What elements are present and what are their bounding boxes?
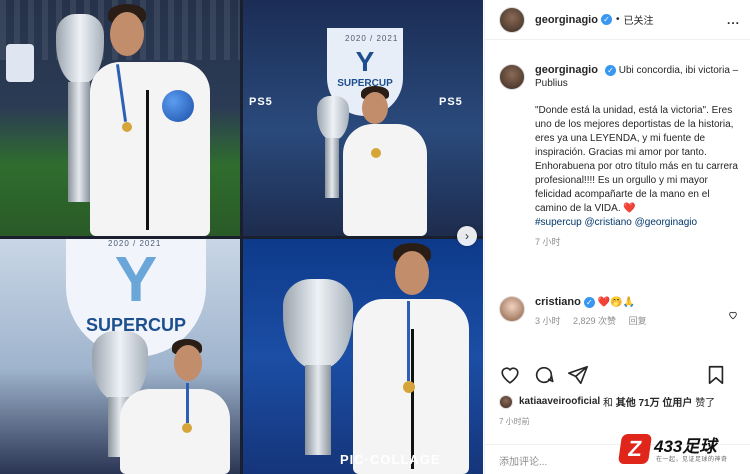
trophy-stem: [305, 365, 331, 455]
medal-lanyard: [186, 383, 189, 423]
medal: [403, 381, 415, 393]
likes-suffix: 赞了: [695, 398, 716, 409]
comment-timestamp: 3 小时: [535, 316, 561, 326]
trophy-stem: [325, 138, 339, 198]
action-bar: [499, 362, 739, 388]
photo-tile-2: 2020 / 2021 Y SUPERCUP PS5 PS5: [243, 0, 483, 236]
pic-collage-watermark: PIC·COLLAGE: [340, 452, 441, 467]
medal: [122, 122, 132, 132]
ps5-logo: PS5: [249, 96, 273, 108]
verified-badge-icon: ✓: [604, 65, 616, 76]
comment-bubble-icon[interactable]: [533, 364, 555, 386]
comment-item: cristiano ✓ ❤️🤭🙏 3 小时 2,829 次赞 回复: [499, 296, 739, 328]
photo-tile-4: [243, 239, 483, 474]
comment-like-count[interactable]: 2,829 次赞: [573, 316, 616, 326]
photo-tile-3: 2020 / 2021 Y SUPERCUP: [0, 239, 240, 474]
more-options-button[interactable]: ...: [727, 13, 740, 27]
post-image-collage[interactable]: 2020 / 2021 Y SUPERCUP PS5 PS5 2020 / 20…: [0, 0, 483, 474]
verified-badge-icon: ✓: [600, 14, 612, 25]
player-head: [174, 345, 202, 381]
caption-username[interactable]: georginagio: [535, 64, 598, 76]
chevron-right-icon: ›: [465, 229, 469, 243]
supercup-y-mark: Y: [114, 243, 158, 315]
jacket-stripe: [411, 329, 414, 469]
follow-status-button[interactable]: 已关注: [623, 12, 653, 27]
next-image-button[interactable]: ›: [457, 226, 477, 246]
trophy-stem: [68, 82, 90, 202]
post-timestamp: 7 小时前: [499, 417, 530, 426]
liker-username[interactable]: katiaaveirooficial: [519, 396, 600, 407]
caption: georginagio ✓ Ubi concordia, ibi victoria…: [499, 64, 739, 249]
share-paper-plane-icon[interactable]: [567, 364, 589, 386]
supercup-banner: [6, 44, 34, 82]
liker-avatar[interactable]: [499, 394, 513, 409]
post-header: georginagio ✓ • 已关注 ...: [485, 0, 750, 40]
likes-summary: katiaaveirooficial 和 其他 71万 位用户 赞了: [499, 394, 715, 409]
player-head: [395, 251, 429, 295]
ps5-logo-right: PS5: [439, 96, 463, 108]
player-jacket: [120, 389, 230, 474]
season-label: 2020 / 2021: [345, 34, 399, 43]
author-avatar[interactable]: [499, 6, 525, 33]
post-panel: georginagio ✓ • 已关注 ... georginagio ✓ Ubi…: [484, 0, 750, 474]
verified-badge-icon: ✓: [583, 297, 595, 308]
supercup-y-mark: Y: [355, 46, 375, 77]
like-heart-icon[interactable]: [499, 364, 521, 386]
caption-quote-text: "Donde está la unidad, está la victoria"…: [535, 105, 741, 214]
likes-conjunction: 和: [602, 398, 613, 409]
likes-others-count[interactable]: 其他 71万 位用户: [616, 394, 693, 409]
commenter-avatar[interactable]: [499, 296, 525, 322]
medal: [371, 148, 381, 158]
comment-reply-button[interactable]: 回复: [629, 316, 647, 326]
comment-like-heart-icon[interactable]: [728, 310, 738, 320]
medal-lanyard: [407, 301, 410, 381]
caption-author-avatar[interactable]: [499, 64, 525, 90]
site-watermark: Z 433足球 在一起，见证足球的神奇: [617, 430, 748, 472]
commenter-username[interactable]: cristiano: [535, 296, 581, 308]
author-username[interactable]: georginagio: [535, 14, 598, 26]
player-jacket: [90, 62, 210, 236]
trophy: [283, 279, 353, 369]
player-head: [362, 92, 388, 124]
photo-tile-1: [0, 0, 240, 236]
caption-hashtags[interactable]: #supercup @cristiano @georginagio: [535, 216, 739, 229]
jacket-stripe: [146, 90, 149, 230]
player-head: [110, 12, 144, 56]
watermark-tagline: 在一起，见证足球的神奇: [656, 457, 728, 463]
comment-text: ❤️🤭🙏: [597, 297, 635, 308]
trophy: [317, 96, 349, 140]
caption-timestamp: 7 小时: [535, 237, 561, 247]
separator-dot: •: [615, 14, 620, 25]
player-jacket: [343, 124, 427, 236]
save-bookmark-icon[interactable]: [705, 364, 727, 386]
watermark-logo-mark: Z: [617, 434, 653, 464]
medal: [182, 423, 192, 433]
match-ball: [162, 90, 194, 122]
